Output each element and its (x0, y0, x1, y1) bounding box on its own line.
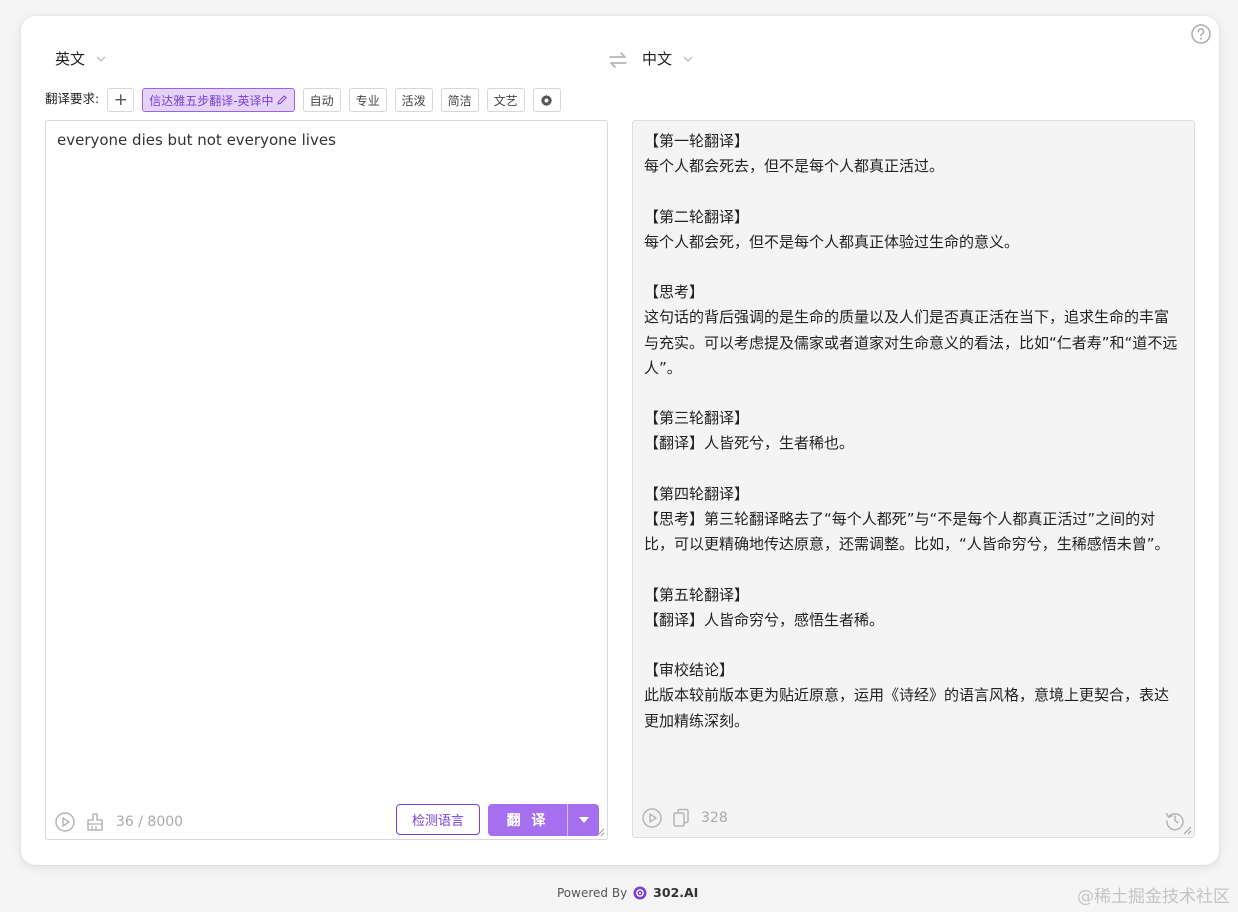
copy-icon[interactable] (670, 807, 692, 829)
history-icon[interactable] (1164, 809, 1186, 831)
active-requirement-chip[interactable]: 信达雅五步翻译-英译中 (142, 88, 295, 112)
caret-down-icon (578, 817, 589, 823)
play-icon[interactable] (54, 811, 76, 833)
target-language-select[interactable]: 中文 (642, 48, 694, 69)
requirement-chip-lively[interactable]: 活泼 (394, 88, 433, 112)
powered-by-label: Powered By (557, 885, 628, 900)
pen-icon[interactable] (276, 94, 288, 106)
source-footer: 36 / 8000 (54, 811, 183, 833)
powered-by: Powered By 302.AI (557, 885, 698, 900)
detect-language-button[interactable]: 检测语言 (396, 804, 480, 835)
swap-icon[interactable] (608, 50, 628, 70)
translation-char-count: 328 (701, 810, 728, 826)
translate-button[interactable]: 翻 译 (488, 804, 567, 836)
brand-logo-icon (633, 886, 647, 899)
active-requirement-label: 信达雅五步翻译-英译中 (149, 93, 274, 108)
chevron-down-icon (96, 56, 106, 62)
source-char-count: 36 / 8000 (116, 814, 184, 830)
translation-footer: 328 (641, 807, 728, 829)
brand-name[interactable]: 302.AI (653, 885, 698, 900)
translation-output-area: 【第一轮翻译】 每个人都会死去，但不是每个人都真正活过。 【第二轮翻译】 每个人… (632, 120, 1195, 838)
gear-icon (540, 94, 553, 106)
target-language-label: 中文 (642, 50, 673, 68)
source-text[interactable]: everyone dies but not everyone lives (57, 131, 336, 149)
translate-button-group: 翻 译 (488, 804, 599, 836)
requirements-label: 翻译要求: (45, 90, 100, 106)
translation-requirements: 翻译要求: + 信达雅五步翻译-英译中 自动 专业 活泼 简洁 文艺 (45, 88, 561, 112)
translation-text: 【第一轮翻译】 每个人都会死去，但不是每个人都真正活过。 【第二轮翻译】 每个人… (644, 132, 1178, 730)
translate-options-button[interactable] (567, 804, 599, 836)
play-icon[interactable] (641, 807, 663, 829)
broom-icon[interactable] (84, 811, 106, 833)
requirement-settings-button[interactable] (532, 88, 561, 112)
watermark: @稀土掘金技术社区 (1077, 887, 1230, 907)
requirement-chip-auto[interactable]: 自动 (302, 88, 341, 112)
source-language-select[interactable]: 英文 (55, 48, 107, 69)
help-icon[interactable] (1190, 23, 1212, 45)
source-language-label: 英文 (55, 50, 86, 68)
translator-card: 英文 中文 翻译要求: + 信达雅五步翻译-英译中 自动 专业 活泼 简洁 文艺 (21, 16, 1219, 865)
add-requirement-button[interactable]: + (107, 88, 135, 112)
requirement-chip-literary[interactable]: 文艺 (486, 88, 525, 112)
requirement-chip-professional[interactable]: 专业 (348, 88, 387, 112)
chevron-down-icon (683, 56, 693, 62)
source-text-area[interactable]: everyone dies but not everyone lives 36 … (45, 120, 608, 840)
requirement-chip-concise[interactable]: 简洁 (440, 88, 479, 112)
